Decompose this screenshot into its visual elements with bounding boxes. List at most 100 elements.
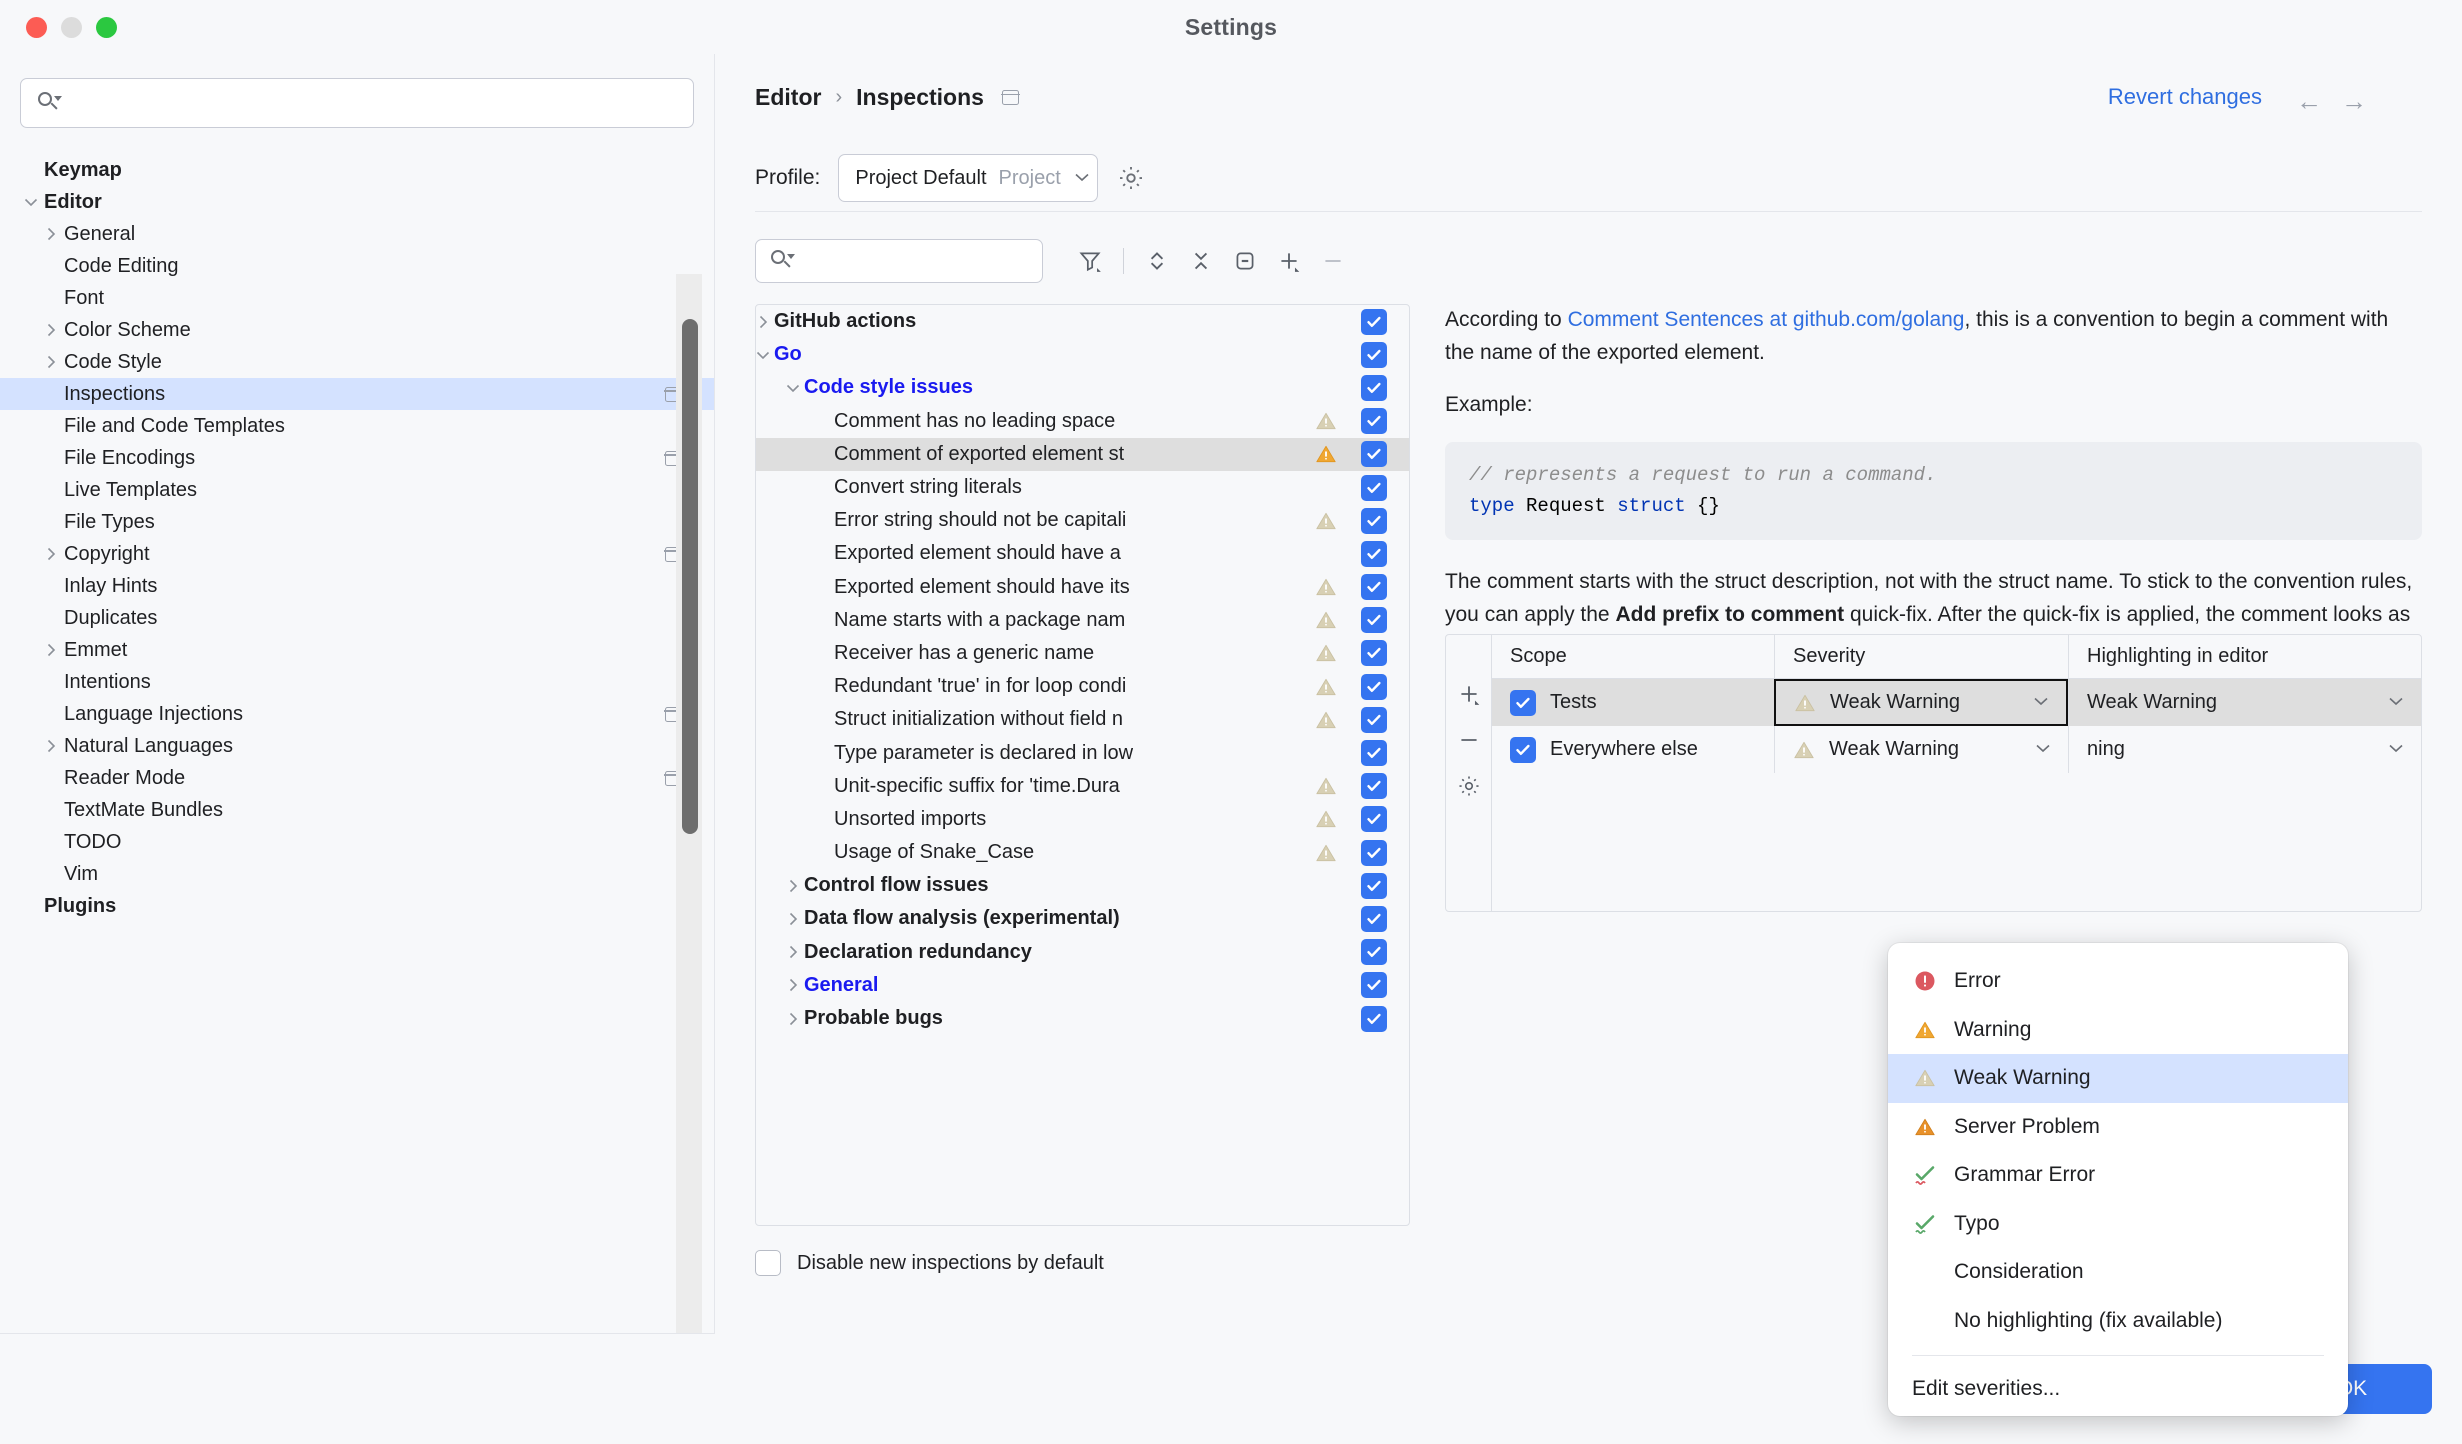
sidebar-item-inlay-hints[interactable]: Inlay Hints: [0, 570, 714, 602]
inspection-checkbox[interactable]: [1361, 839, 1387, 866]
chevron-down-icon[interactable]: [22, 193, 40, 211]
inspection-checkbox[interactable]: [1361, 640, 1387, 667]
revert-changes-link[interactable]: Revert changes: [2108, 84, 2262, 110]
severity-option-error[interactable]: Error: [1888, 957, 2348, 1006]
sidebar-item-language-injections[interactable]: Language Injections: [0, 698, 714, 730]
sidebar-scrollbar-thumb[interactable]: [682, 319, 698, 834]
severity-option-consideration[interactable]: Consideration: [1888, 1248, 2348, 1297]
inspection-row[interactable]: Probable bugs: [756, 1002, 1409, 1035]
inspection-row[interactable]: Error string should not be capitali: [756, 504, 1409, 537]
severity-select[interactable]: Weak Warning: [1774, 726, 2068, 773]
chevron-right-icon[interactable]: [784, 910, 802, 928]
inspection-row[interactable]: Receiver has a generic name: [756, 637, 1409, 670]
remove-scope-icon[interactable]: [1454, 725, 1484, 755]
chevron-down-icon[interactable]: [784, 379, 802, 397]
inspection-row[interactable]: General: [756, 969, 1409, 1002]
scope-enabled-checkbox[interactable]: [1510, 736, 1536, 763]
inspection-row[interactable]: Comment of exported element st: [756, 437, 1409, 471]
inspection-checkbox[interactable]: [1361, 574, 1387, 601]
sidebar-item-font[interactable]: Font: [0, 282, 714, 314]
chevron-right-icon[interactable]: [42, 545, 60, 563]
severity-option-typo[interactable]: Typo: [1888, 1200, 2348, 1249]
severity-option-no-highlighting-fix-available[interactable]: No highlighting (fix available): [1888, 1297, 2348, 1346]
inspection-row[interactable]: Control flow issues: [756, 869, 1409, 902]
inspections-tree[interactable]: GitHub actions Go Code style issues Comment…: [755, 304, 1410, 1226]
severity-select[interactable]: Weak Warning: [1774, 679, 2068, 726]
inspection-row[interactable]: Data flow analysis (experimental): [756, 902, 1409, 935]
breadcrumb-inspections[interactable]: Inspections: [856, 84, 984, 111]
inspection-checkbox[interactable]: [1361, 507, 1387, 534]
inspection-checkbox[interactable]: [1361, 374, 1387, 401]
chevron-right-icon[interactable]: [42, 737, 60, 755]
sidebar-item-file-and-code-templates[interactable]: File and Code Templates: [0, 410, 714, 442]
severity-option-server-problem[interactable]: Server Problem: [1888, 1103, 2348, 1152]
inspection-checkbox[interactable]: [1361, 806, 1387, 833]
filter-icon[interactable]: [1073, 244, 1107, 278]
scope-enabled-checkbox[interactable]: [1510, 689, 1536, 716]
sidebar-item-file-types[interactable]: File Types: [0, 506, 714, 538]
severity-option-grammar-error[interactable]: Grammar Error: [1888, 1151, 2348, 1200]
inspection-row[interactable]: Code style issues: [756, 371, 1409, 404]
chevron-right-icon[interactable]: [784, 877, 802, 895]
inspection-checkbox[interactable]: [1361, 905, 1387, 932]
sidebar-item-plugins[interactable]: Plugins: [0, 890, 714, 922]
inspection-row[interactable]: Redundant 'true' in for loop condi: [756, 670, 1409, 703]
chevron-right-icon[interactable]: [784, 976, 802, 994]
inspection-row[interactable]: GitHub actions: [756, 305, 1409, 338]
inspection-checkbox[interactable]: [1361, 872, 1387, 899]
inspection-filter-input[interactable]: [802, 250, 1022, 272]
scope-table-row[interactable]: Everywhere else Weak Warning ning: [1492, 726, 2421, 773]
chevron-right-icon[interactable]: [784, 943, 802, 961]
inspection-filter-box[interactable]: [755, 239, 1043, 283]
collapse-all-icon[interactable]: [1184, 244, 1218, 278]
add-icon[interactable]: [1272, 244, 1306, 278]
sidebar-item-file-encodings[interactable]: File Encodings: [0, 442, 714, 474]
comment-sentences-link[interactable]: Comment Sentences at github.com/golang: [1568, 308, 1965, 331]
inspection-checkbox[interactable]: [1361, 773, 1387, 800]
edit-severities-menu-item[interactable]: Edit severities...: [1888, 1362, 2348, 1416]
sidebar-item-vim[interactable]: Vim: [0, 858, 714, 890]
sidebar-item-intentions[interactable]: Intentions: [0, 666, 714, 698]
severity-dropdown-menu[interactable]: Error Warning Weak Warning Server Problem Gr…: [1888, 943, 2348, 1416]
inspection-row[interactable]: Type parameter is declared in low: [756, 736, 1409, 769]
inspection-row[interactable]: Usage of Snake_Case: [756, 836, 1409, 869]
inspection-row[interactable]: Declaration redundancy: [756, 936, 1409, 969]
inspection-row[interactable]: Name starts with a package nam: [756, 604, 1409, 637]
add-scope-icon[interactable]: [1454, 679, 1484, 709]
inspection-checkbox[interactable]: [1361, 1005, 1387, 1032]
chevron-right-icon[interactable]: [42, 641, 60, 659]
minimize-window-button[interactable]: [61, 17, 82, 38]
sidebar-item-keymap[interactable]: Keymap: [0, 154, 714, 186]
severity-option-weak-warning[interactable]: Weak Warning: [1888, 1054, 2348, 1103]
inspection-checkbox[interactable]: [1361, 408, 1387, 435]
inspection-checkbox[interactable]: [1361, 607, 1387, 634]
inspection-checkbox[interactable]: [1361, 740, 1387, 767]
inspection-checkbox[interactable]: [1361, 341, 1387, 368]
profile-gear-icon[interactable]: [1116, 163, 1146, 193]
highlighting-select[interactable]: ning: [2068, 726, 2421, 773]
sidebar-item-reader-mode[interactable]: Reader Mode: [0, 762, 714, 794]
sidebar-item-code-editing[interactable]: Code Editing: [0, 250, 714, 282]
inspection-checkbox[interactable]: [1361, 540, 1387, 567]
sidebar-item-general[interactable]: General: [0, 218, 714, 250]
disable-new-inspections-checkbox[interactable]: [755, 1250, 781, 1276]
settings-search-input[interactable]: [69, 92, 669, 114]
chevron-down-icon[interactable]: [756, 346, 772, 364]
inspection-row[interactable]: Unsorted imports: [756, 803, 1409, 836]
expand-collapse-icon[interactable]: [1140, 244, 1174, 278]
inspection-row[interactable]: Exported element should have its: [756, 571, 1409, 604]
inspection-checkbox[interactable]: [1361, 939, 1387, 966]
sidebar-item-textmate-bundles[interactable]: TextMate Bundles: [0, 794, 714, 826]
back-arrow-icon[interactable]: ←: [2296, 86, 2322, 117]
sidebar-item-live-templates[interactable]: Live Templates: [0, 474, 714, 506]
inspection-row[interactable]: Comment has no leading space: [756, 405, 1409, 438]
scope-cell[interactable]: Everywhere else: [1492, 726, 1774, 773]
settings-search-box[interactable]: [20, 78, 694, 128]
sidebar-item-color-scheme[interactable]: Color Scheme: [0, 314, 714, 346]
inspection-row[interactable]: Go: [756, 338, 1409, 371]
maximize-window-button[interactable]: [96, 17, 117, 38]
highlighting-select[interactable]: Weak Warning: [2068, 679, 2421, 726]
sidebar-item-emmet[interactable]: Emmet: [0, 634, 714, 666]
chevron-right-icon[interactable]: [42, 225, 60, 243]
inspection-checkbox[interactable]: [1361, 441, 1387, 468]
